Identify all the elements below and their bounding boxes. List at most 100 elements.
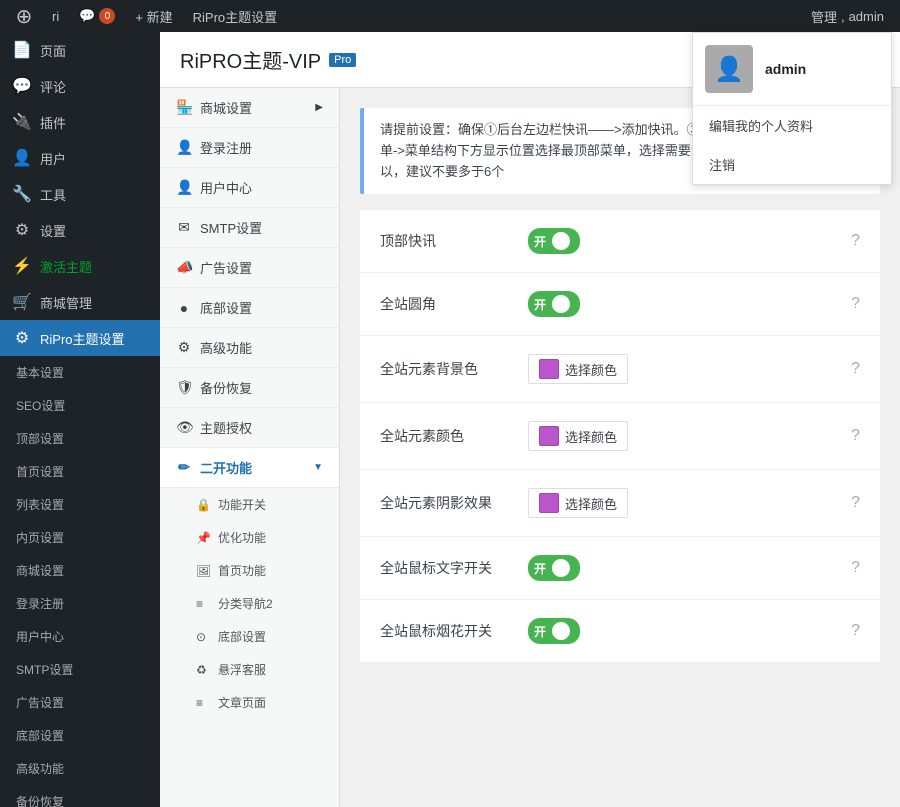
sidebar-item-plugins[interactable]: 🔌 插件 xyxy=(0,104,160,140)
help-yinying[interactable]: ? xyxy=(851,494,860,512)
sidebar-item-tools[interactable]: 🔧 工具 xyxy=(0,176,160,212)
page-title: RiPRO主题-VIP xyxy=(180,45,321,74)
submenu-header[interactable]: 顶部设置 xyxy=(0,422,160,455)
wp-logo[interactable]: ⊕ xyxy=(8,0,40,32)
sub-nav-dibu[interactable]: ⊙ 底部设置 xyxy=(160,620,339,653)
sidebar-item-comments[interactable]: 💬 评论 xyxy=(0,68,160,104)
sub-nav-gongneng[interactable]: 🔒 功能开关 xyxy=(160,488,339,521)
edit-profile-link[interactable]: 编辑我的个人资料 xyxy=(693,106,891,145)
side-nav-login[interactable]: 👤 登录注册 xyxy=(160,128,339,168)
submenu-seo[interactable]: SEO设置 xyxy=(0,389,160,422)
logout-link[interactable]: 注销 xyxy=(693,145,891,184)
submenu-backup[interactable]: 备份恢复 xyxy=(0,785,160,807)
smtp-nav-icon: ✉ xyxy=(176,219,192,236)
help-yanhua[interactable]: ? xyxy=(851,622,860,640)
control-beijing: 选择颜色 xyxy=(528,354,628,384)
color-picker-beijing[interactable]: 选择颜色 xyxy=(528,354,628,384)
control-yanse: 选择颜色 xyxy=(528,421,628,451)
submenu-footer[interactable]: 底部设置 xyxy=(0,719,160,752)
side-nav-erk[interactable]: ✏ 二开功能 ▼ xyxy=(160,448,339,488)
setting-row-kuaixun: 顶部快讯 开 ? xyxy=(360,210,880,273)
side-nav-shop[interactable]: 🏪 商城设置 ▶ xyxy=(160,88,339,128)
help-biaoti[interactable]: ? xyxy=(851,559,860,577)
control-biaoti: 开 xyxy=(528,555,580,581)
help-yuanjiao[interactable]: ? xyxy=(851,295,860,313)
admin-dropdown: 👤 admin 编辑我的个人资料 注销 xyxy=(692,32,892,185)
submenu-usercenter[interactable]: 用户中心 xyxy=(0,620,160,653)
label-yanhua: 全站鼠标烟花开关 xyxy=(380,621,520,641)
toggle-yanhua[interactable]: 开 xyxy=(528,618,580,644)
category-icon: ≡ xyxy=(196,597,210,611)
homepage-icon: 🖼 xyxy=(196,564,210,578)
color-swatch-yanse xyxy=(539,426,559,446)
submenu-smtp[interactable]: SMTP设置 xyxy=(0,653,160,686)
side-nav-license[interactable]: 👁 主题授权 xyxy=(160,408,339,448)
sub-nav-fenlei[interactable]: ≡ 分类导航2 xyxy=(160,587,339,620)
float-icon: ♻ xyxy=(196,663,210,677)
color-picker-yanse[interactable]: 选择颜色 xyxy=(528,421,628,451)
help-beijing[interactable]: ? xyxy=(851,360,860,378)
avatar: 👤 xyxy=(705,45,753,93)
sidebar-item-ripro[interactable]: ⚙ RiPro主题设置 xyxy=(0,320,160,356)
label-biaoti: 全站鼠标文字开关 xyxy=(380,558,520,578)
setting-row-yanhua: 全站鼠标烟花开关 开 ? xyxy=(360,600,880,662)
setting-row-beijing: 全站元素背景色 选择颜色 ? xyxy=(360,336,880,403)
sidebar-item-users[interactable]: 👤 用户 xyxy=(0,140,160,176)
setting-row-yinying: 全站元素阴影效果 选择颜色 ? xyxy=(360,470,880,537)
toggle-yuanjiao[interactable]: 开 xyxy=(528,291,580,317)
new-label: + 新建 xyxy=(135,7,172,26)
sub-nav-xuanfu[interactable]: ♻ 悬浮客服 xyxy=(160,653,339,686)
shop-icon: 🛒 xyxy=(12,292,32,312)
submenu-list[interactable]: 列表设置 xyxy=(0,488,160,521)
submenu-login[interactable]: 登录注册 xyxy=(0,587,160,620)
submenu-basic[interactable]: 基本设置 xyxy=(0,356,160,389)
backup-nav-icon: 🛡 xyxy=(176,379,192,396)
side-nav-footer-setting[interactable]: ● 底部设置 xyxy=(160,288,339,328)
side-nav-usercenter[interactable]: 👤 用户中心 xyxy=(160,168,339,208)
sidebar-item-pages[interactable]: 📄 页面 xyxy=(0,32,160,68)
sub-nav-shouye[interactable]: 🖼 首页功能 xyxy=(160,554,339,587)
admin-name-bar[interactable]: 管理, admin xyxy=(803,0,892,32)
plugins-icon: 🔌 xyxy=(12,112,32,132)
pages-icon: 📄 xyxy=(12,40,32,60)
comments-link[interactable]: 💬 0 xyxy=(71,0,123,32)
submenu-ads[interactable]: 广告设置 xyxy=(0,686,160,719)
pro-badge: Pro xyxy=(329,53,356,67)
label-yuanjiao: 全站圆角 xyxy=(380,294,520,314)
ads-nav-icon: 📣 xyxy=(176,259,192,276)
site-link[interactable]: ri xyxy=(44,0,67,32)
login-nav-icon: 👤 xyxy=(176,139,192,156)
article-icon: ≡ xyxy=(196,696,210,710)
toggle-yuanjiao-label: 开 xyxy=(532,296,548,313)
control-yuanjiao: 开 xyxy=(528,291,580,317)
side-nav-smtp[interactable]: ✉ SMTP设置 xyxy=(160,208,339,248)
color-swatch-yinying xyxy=(539,493,559,513)
submenu-advanced[interactable]: 高级功能 xyxy=(0,752,160,785)
side-nav-advanced[interactable]: ⚙ 高级功能 xyxy=(160,328,339,368)
sub-nav-wenzhang[interactable]: ≡ 文章页面 xyxy=(160,686,339,719)
sidebar-item-activate-theme[interactable]: ⚡ 激活主题 xyxy=(0,248,160,284)
submenu-shop[interactable]: 商城设置 xyxy=(0,554,160,587)
submenu-homepage[interactable]: 首页设置 xyxy=(0,455,160,488)
license-nav-icon: 👁 xyxy=(176,419,192,436)
side-nav-backup[interactable]: 🛡 备份恢复 xyxy=(160,368,339,408)
control-yinying: 选择颜色 xyxy=(528,488,628,518)
help-yanse[interactable]: ? xyxy=(851,427,860,445)
submenu-inner[interactable]: 内页设置 xyxy=(0,521,160,554)
toggle-kuaixun[interactable]: 开 xyxy=(528,228,580,254)
side-nav-ads[interactable]: 📣 广告设置 xyxy=(160,248,339,288)
label-yanse: 全站元素颜色 xyxy=(380,426,520,446)
setting-row-yanse: 全站元素颜色 选择颜色 ? xyxy=(360,403,880,470)
toggle-yanhua-knob xyxy=(552,622,570,640)
dropdown-admin-name: admin xyxy=(765,61,806,77)
comments-count: 0 xyxy=(99,8,115,24)
new-post-button[interactable]: + 新建 xyxy=(127,0,180,32)
page-title-bar: RiPro主题设置 xyxy=(185,0,286,32)
color-picker-yinying[interactable]: 选择颜色 xyxy=(528,488,628,518)
sidebar-item-shop[interactable]: 🛒 商城管理 xyxy=(0,284,160,320)
help-kuaixun[interactable]: ? xyxy=(851,232,860,250)
sidebar-item-settings[interactable]: ⚙ 设置 xyxy=(0,212,160,248)
toggle-biaoti[interactable]: 开 xyxy=(528,555,580,581)
sub-nav-youhua[interactable]: 📌 优化功能 xyxy=(160,521,339,554)
toggle-kuaixun-label: 开 xyxy=(532,233,548,250)
